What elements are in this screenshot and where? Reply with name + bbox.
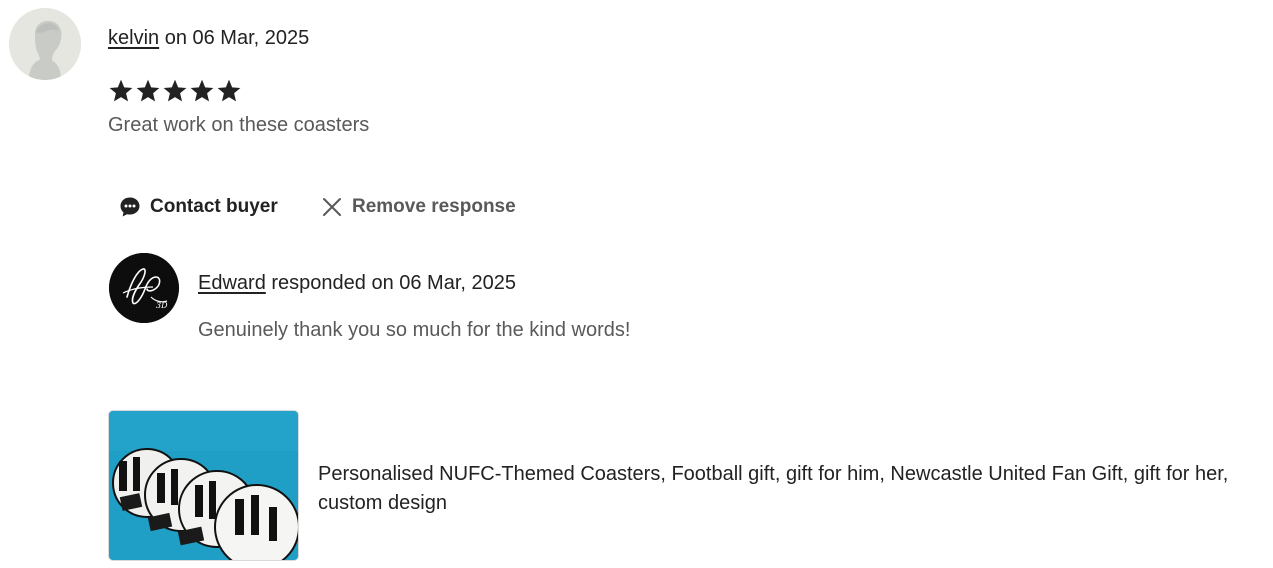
product-title-link[interactable]: Personalised NUFC-Themed Coasters, Footb… — [318, 460, 1268, 518]
signature-logo: 3D — [109, 253, 179, 323]
star-icon — [217, 79, 241, 102]
star-icon — [163, 79, 187, 102]
product-thumbnail[interactable] — [108, 410, 299, 561]
chat-bubble-icon — [120, 197, 140, 217]
product-image — [109, 411, 298, 560]
review-meta: kelvin on 06 Mar, 2025 — [108, 27, 309, 50]
star-rating — [108, 78, 242, 106]
reviewer-avatar — [9, 8, 81, 80]
seller-name-link[interactable]: Edward — [198, 272, 266, 294]
response-text: Genuinely thank you so much for the kind… — [198, 319, 631, 341]
review-text: Great work on these coasters — [108, 114, 370, 136]
close-icon — [323, 198, 341, 216]
contact-buyer-label: Contact buyer — [150, 196, 278, 217]
seller-avatar: 3D — [109, 253, 179, 323]
response-date: responded on 06 Mar, 2025 — [265, 272, 516, 294]
svg-text:3D: 3D — [156, 301, 168, 310]
contact-buyer-button[interactable]: Contact buyer — [118, 188, 278, 226]
review-date: on 06 Mar, 2025 — [159, 27, 310, 49]
remove-response-button[interactable]: Remove response — [320, 188, 516, 226]
reviewer-name-link[interactable]: kelvin — [108, 27, 159, 49]
star-icon — [109, 79, 133, 102]
remove-response-label: Remove response — [352, 196, 516, 217]
star-icon — [190, 79, 214, 102]
star-icon — [136, 79, 160, 102]
default-user-icon — [9, 8, 81, 80]
response-meta: Edward responded on 06 Mar, 2025 — [198, 272, 516, 295]
